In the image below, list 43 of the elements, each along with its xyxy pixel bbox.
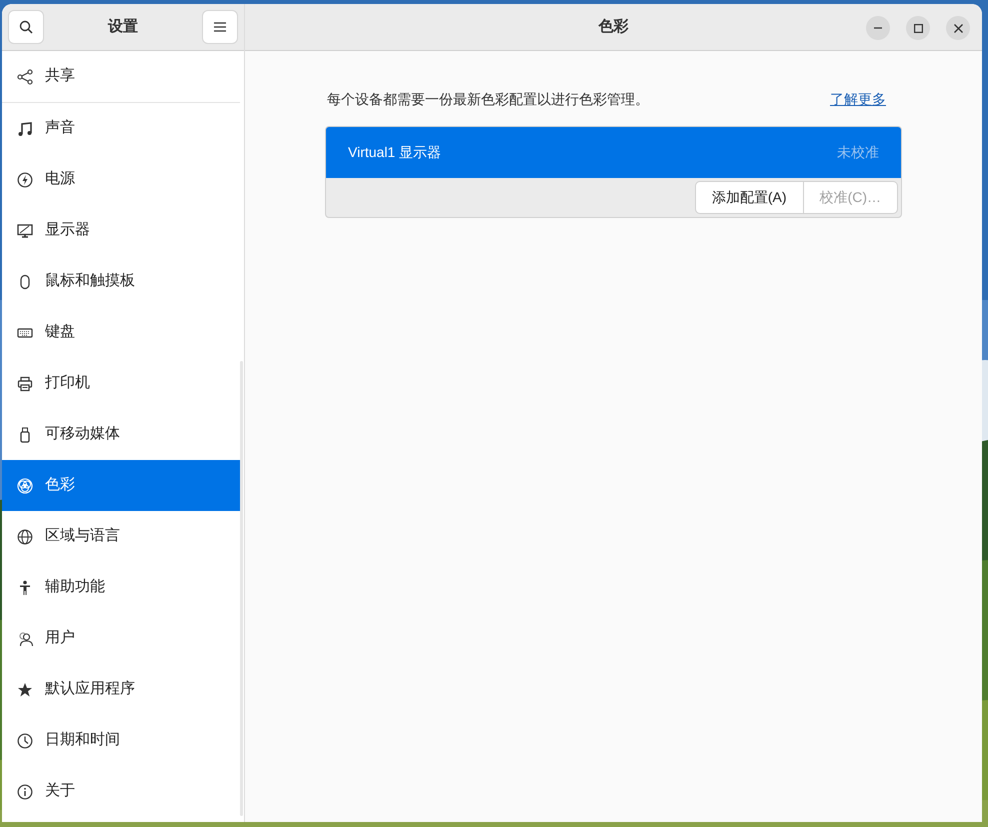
sidebar-item[interactable]: 关于 <box>2 766 240 817</box>
sidebar-item[interactable]: 区域与语言 <box>2 511 240 562</box>
users-icon <box>17 630 33 646</box>
sidebar-item[interactable]: 共享 <box>2 51 240 102</box>
close-icon <box>954 24 962 32</box>
monitor-icon <box>17 222 33 238</box>
star-icon <box>17 682 33 698</box>
printer-icon <box>17 376 33 392</box>
description-text: 每个设备都需要一份最新色彩配置以进行色彩管理。 <box>327 90 649 108</box>
sidebar-item[interactable]: 打印机 <box>2 358 240 409</box>
person-icon <box>17 580 33 596</box>
scrollbar[interactable] <box>240 361 243 816</box>
power-icon <box>17 172 33 188</box>
sidebar-item[interactable]: 鼠标和触摸板 <box>2 256 240 307</box>
search-button[interactable] <box>8 10 44 44</box>
sidebar-item[interactable]: 默认应用程序 <box>2 664 240 715</box>
action-button[interactable]: 添加配置(A) <box>694 181 804 214</box>
minimize-icon <box>874 27 882 29</box>
sidebar-item[interactable]: 电源 <box>2 154 240 205</box>
device-row[interactable]: Virtual1 显示器 未校准 <box>326 127 901 178</box>
search-icon <box>19 20 33 34</box>
sidebar-item[interactable]: 色彩 <box>2 460 240 511</box>
clock-icon <box>17 732 33 748</box>
learn-more-link[interactable]: 了解更多 <box>830 88 886 110</box>
sidebar-item[interactable]: 显示器 <box>2 205 240 256</box>
color-circles-icon <box>17 478 33 494</box>
sidebar-item[interactable]: 辅助功能 <box>2 562 240 613</box>
share-icon <box>17 68 33 84</box>
menu-button[interactable] <box>202 10 238 44</box>
sidebar-item[interactable]: 用户 <box>2 613 240 664</box>
close-button[interactable] <box>946 16 970 40</box>
sidebar-item[interactable]: 可移动媒体 <box>2 409 240 460</box>
sidebar-title: 设置 <box>108 16 138 37</box>
sidebar-item[interactable]: 键盘 <box>2 307 240 358</box>
globe-icon <box>17 528 33 544</box>
window-title: 色彩 <box>598 16 628 37</box>
info-icon <box>17 784 33 800</box>
maximize-icon <box>914 24 922 32</box>
sidebar-item[interactable]: 日期和时间 <box>2 715 240 766</box>
maximize-button[interactable] <box>906 16 930 40</box>
sidebar-item[interactable]: 声音 <box>2 103 240 154</box>
music-note-icon <box>17 120 33 136</box>
menu-icon <box>214 22 226 32</box>
